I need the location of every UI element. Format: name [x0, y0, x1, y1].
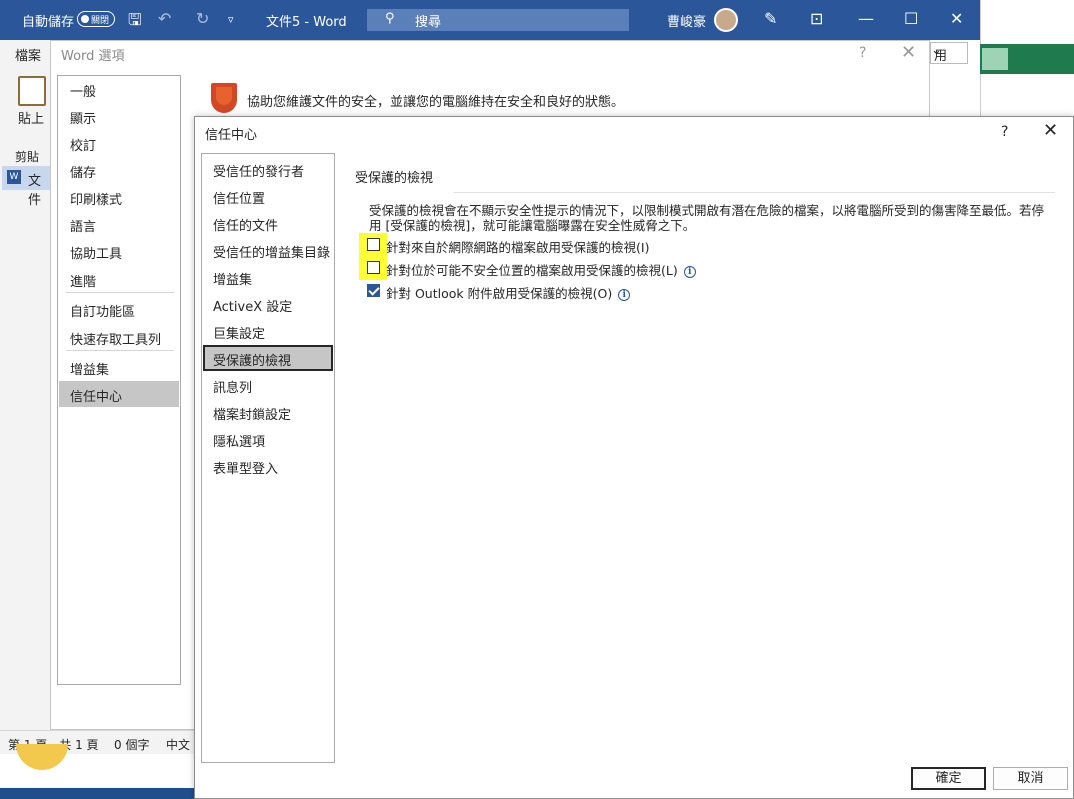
avatar[interactable]	[714, 8, 738, 32]
maximize-icon[interactable]: ☐	[904, 9, 918, 28]
paste-icon[interactable]	[18, 76, 46, 106]
taskbar	[0, 788, 194, 799]
checkbox[interactable]	[367, 238, 380, 251]
close-icon[interactable]: ✕	[901, 42, 916, 63]
customize-qat-icon[interactable]: ▿	[228, 13, 234, 26]
trust-center-nav-item[interactable]: 表單型登入	[203, 453, 333, 479]
options-header-text: 協助您維護文件的安全，並讓您的電腦維持在安全和良好的狀態。	[247, 95, 625, 110]
doc-item[interactable]: W 文件	[2, 166, 50, 208]
trust-center-dialog: 信任中心 ? ✕ 受信任的發行者 信任位置 信任的文件 受信任的增益集目錄 增益集 Act…	[194, 116, 1074, 799]
minimize-icon[interactable]: —	[858, 9, 874, 28]
trust-center-nav-item[interactable]: 信任的文件	[203, 210, 333, 236]
ok-button[interactable]: 確定	[911, 767, 986, 790]
background-decoration	[16, 744, 68, 770]
search-box[interactable]: ⚲ 搜尋	[367, 9, 629, 31]
options-nav: 一般 顯示 校訂 儲存 印刷樣式 語言 協助工具 進階自訂功能區 快速存取工具列 增益集 信任中心	[57, 75, 181, 685]
options-nav-item[interactable]: 語言	[59, 211, 179, 237]
trust-center-nav-item[interactable]: 信任位置	[203, 183, 333, 209]
autosave-label: 自動儲存	[22, 15, 75, 30]
nav-separator	[66, 292, 174, 293]
autosave-state: 關閉	[91, 16, 110, 26]
redo-icon[interactable]: ↻	[196, 9, 209, 28]
trust-center-nav: 受信任的發行者 信任位置 信任的文件 受信任的增益集目錄 增益集 ActiveX 設定 巨集…	[201, 153, 335, 763]
ribbon-area: 貼上 剪貼簿 W 文件	[0, 66, 50, 736]
paste-label[interactable]: 貼上	[18, 108, 44, 127]
options-nav-item[interactable]: 顯示	[59, 103, 179, 129]
trust-center-nav-item[interactable]: 受保護的檢視	[203, 345, 333, 371]
trust-center-nav-item[interactable]: 檔案封鎖設定	[203, 399, 333, 425]
trust-center-nav-item[interactable]: ActiveX 設定	[203, 291, 333, 317]
options-nav-item[interactable]: 信任中心	[59, 381, 179, 407]
checkbox[interactable]	[367, 261, 380, 274]
trust-center-nav-item[interactable]: 隱私選項	[203, 426, 333, 452]
nav-separator	[66, 350, 174, 351]
option-label: 針對位於可能不安全位置的檔案啟用受保護的檢視(L)	[386, 263, 678, 278]
options-nav-item[interactable]: 校訂	[59, 130, 179, 156]
status-words: 0 個字	[114, 738, 150, 752]
options-nav-item[interactable]: 增益集	[59, 354, 179, 380]
options-nav-item[interactable]: 印刷樣式	[59, 184, 179, 210]
trust-center-nav-item[interactable]: 巨集設定	[203, 318, 333, 344]
dialog-title: Word 選項	[61, 49, 125, 64]
shield-icon	[211, 83, 237, 113]
word-title-bar: 自動儲存 關閉 🖫 ↶ ↻ ▿ 文件5 - Word ⚲ 搜尋 曹峻豪 ✎ ⊡ …	[0, 0, 980, 40]
options-nav-item[interactable]: 快速存取工具列	[59, 324, 179, 350]
word-doc-icon: W	[7, 170, 21, 184]
trust-center-nav-item[interactable]: 受信任的發行者	[203, 156, 333, 182]
options-nav-item[interactable]: 一般	[59, 76, 179, 102]
section-title: 受保護的檢視	[355, 171, 434, 186]
help-icon[interactable]: ?	[859, 45, 866, 61]
file-tab[interactable]: 檔案	[0, 40, 50, 66]
section-divider	[453, 192, 1055, 193]
status-language: 中文	[166, 738, 191, 752]
trust-center-nav-item[interactable]: 受信任的增益集目錄	[203, 237, 333, 263]
search-placeholder: 搜尋	[415, 15, 442, 30]
pen-icon[interactable]: ✎	[764, 9, 777, 28]
info-icon[interactable]: i	[618, 289, 631, 301]
save-icon[interactable]: 🖫	[128, 9, 142, 36]
dialog-title: 信任中心	[205, 128, 258, 143]
document-title: 文件5 - Word	[266, 15, 347, 30]
cancel-button[interactable]: 取消	[993, 767, 1068, 790]
trust-center-nav-item[interactable]: 增益集	[203, 264, 333, 290]
background-green-bar	[980, 44, 1074, 74]
options-nav-item[interactable]: 儲存	[59, 157, 179, 183]
help-icon[interactable]: ?	[1001, 124, 1008, 140]
options-nav-item[interactable]: 協助工具	[59, 238, 179, 264]
checkbox[interactable]	[367, 284, 380, 297]
undo-icon[interactable]: ↶	[158, 9, 171, 28]
close-icon[interactable]: ✕	[950, 9, 963, 28]
user-name: 曹峻豪	[667, 15, 707, 30]
partial-dropdown[interactable]: 用 ⌄	[930, 42, 968, 64]
option-label: 針對 Outlook 附件啟用受保護的檢視(O)	[386, 286, 613, 301]
trust-center-nav-item[interactable]: 訊息列	[203, 372, 333, 398]
autosave-toggle[interactable]: 關閉	[77, 11, 115, 27]
section-description: 受保護的檢視會在不顯示安全性提示的情況下，以限制模式開啟有潛在危險的檔案，以將電…	[369, 203, 1045, 233]
info-icon[interactable]: i	[683, 266, 696, 278]
options-nav-item[interactable]: 自訂功能區	[59, 296, 179, 322]
ribbon-display-icon[interactable]: ⊡	[810, 9, 823, 28]
options-nav-item[interactable]: 進階	[59, 266, 179, 292]
close-icon[interactable]: ✕	[1043, 120, 1058, 141]
option-label: 針對來自於網際網路的檔案啟用受保護的檢視(I)	[386, 240, 650, 255]
search-icon: ⚲	[385, 11, 395, 26]
